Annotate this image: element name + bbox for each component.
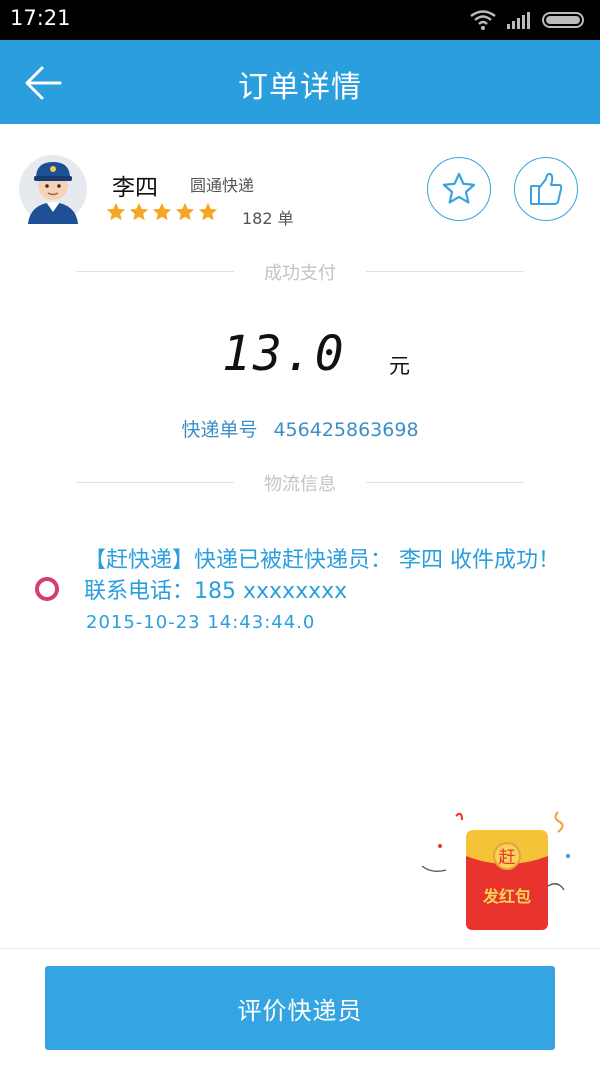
star-outline-icon [442, 172, 476, 204]
logistics-section-label: 物流信息 [264, 474, 336, 495]
courier-company: 圆通快递 [190, 176, 255, 195]
status-time: 17:21 [10, 6, 71, 30]
star-icon [106, 202, 126, 221]
rating-stars [105, 201, 219, 223]
timeline-dot [35, 577, 59, 601]
star-icon [198, 202, 218, 221]
page-title: 订单详情 [238, 70, 362, 105]
star-icon [152, 202, 172, 221]
star-icon [175, 202, 195, 221]
payment-amount: 13.0 [222, 326, 346, 382]
logistics-entry-text: 【赶快递】快递已被赶快递员： 李四 收件成功！联系电话：185 xxxxxxxx [84, 548, 560, 604]
thumbs-up-icon [530, 172, 563, 205]
wifi-icon [470, 10, 496, 30]
logistics-divider: 物流信息 [76, 470, 524, 495]
signal-icon [507, 12, 530, 29]
title-bar: 订单详情 [0, 40, 600, 124]
red-envelope-badge: 赶 [499, 848, 516, 868]
courier-name: 李四 [112, 175, 158, 201]
tracking-number: 456425863698 [273, 419, 419, 441]
courier-avatar [19, 155, 87, 224]
currency-unit: 元 [389, 354, 410, 378]
payment-divider: 成功支付 [76, 259, 524, 284]
rate-courier-button[interactable]: 评价快递员 [45, 966, 555, 1050]
logistics-entry-time: 2015-10-23 14:43:44.0 [86, 612, 316, 633]
status-icons [470, 8, 588, 32]
order-count: 182 单 [242, 209, 294, 228]
status-bar: 17:21 [0, 0, 600, 40]
tracking-label: 快递单号 [181, 419, 258, 441]
battery-icon [542, 12, 584, 28]
payment-section-label: 成功支付 [264, 263, 336, 284]
footer-divider [0, 948, 600, 949]
red-envelope-button[interactable]: 赶 发红包 [418, 806, 578, 936]
red-envelope-label: 发红包 [482, 887, 531, 906]
tracking-info: 快递单号 456425863698 [0, 415, 600, 442]
like-button[interactable] [514, 157, 578, 221]
star-icon [129, 202, 149, 221]
favorite-button[interactable] [427, 157, 491, 221]
